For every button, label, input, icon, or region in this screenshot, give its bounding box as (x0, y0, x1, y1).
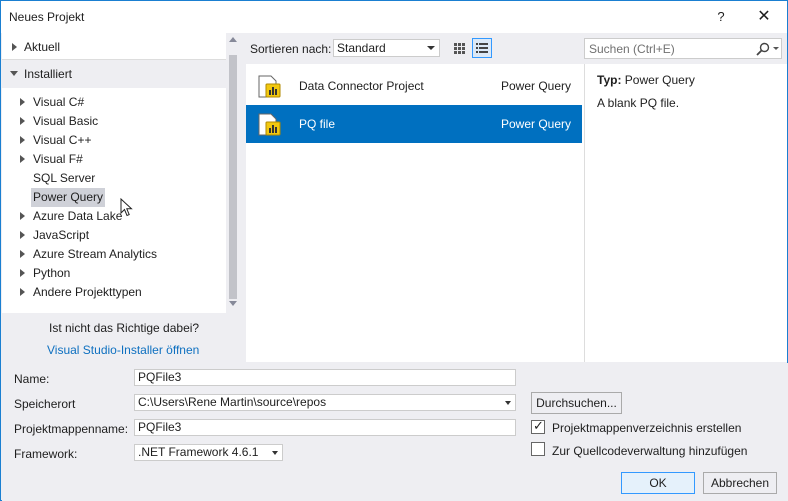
create-directory-checkbox[interactable]: ✓ (531, 418, 545, 434)
create-directory-label: Projektmappenverzeichnis erstellen (552, 421, 742, 435)
name-label: Name: (14, 372, 50, 386)
tree-node-label: Power Query (31, 188, 106, 207)
template-item[interactable]: Data Connector Project Power Query (246, 67, 582, 105)
template-item-selected[interactable]: PQ file Power Query (246, 105, 582, 143)
grid-view-icon (454, 43, 465, 54)
tree-node[interactable]: Azure Data Lake (2, 207, 226, 226)
tree-node-label: Visual F# (33, 152, 83, 166)
location-combobox[interactable]: C:\Users\Rene Martin\source\repos (134, 394, 516, 411)
cancel-button[interactable]: Abbrechen (703, 472, 777, 494)
template-name: PQ file (299, 117, 336, 131)
tree-node-label: Visual C# (33, 95, 85, 109)
chevron-down-icon[interactable] (272, 451, 278, 455)
tree-node-label: JavaScript (33, 228, 90, 242)
dialog-title: Neues Projekt (9, 10, 85, 24)
template-language: Power Query (501, 79, 572, 93)
tree-node[interactable]: Visual C# (2, 93, 226, 112)
expand-arrow-icon[interactable] (20, 155, 25, 163)
expand-arrow-icon[interactable] (20, 288, 25, 296)
open-installer-link[interactable]: Visual Studio-Installer öffnen (47, 343, 199, 357)
scrollbar-thumb[interactable] (229, 55, 237, 299)
tree-node[interactable]: Visual C++ (2, 131, 226, 150)
framework-dropdown[interactable]: .NET Framework 4.6.1 (134, 444, 283, 461)
tree-node[interactable]: Visual Basic (2, 112, 226, 131)
title-bar: Neues Projekt ? ✕ (1, 1, 787, 33)
expand-arrow-icon[interactable] (12, 43, 17, 51)
tree-node[interactable]: Andere Projekttypen (2, 283, 226, 302)
search-box[interactable]: Suchen (Ctrl+E) (584, 38, 782, 59)
tree-node-label: Visual C++ (33, 133, 92, 147)
template-description: A blank PQ file. (597, 96, 680, 110)
chevron-down-icon[interactable] (505, 401, 511, 405)
template-list: Data Connector Project Power Query PQ fi… (246, 64, 584, 362)
list-view-button[interactable] (472, 38, 492, 58)
new-project-dialog: Neues Projekt ? ✕ Aktuell Installiert Vi… (0, 0, 788, 501)
power-query-file-icon (258, 113, 281, 136)
tree-node[interactable]: SQL Server (2, 169, 226, 188)
expand-arrow-icon[interactable] (20, 231, 25, 239)
search-icon[interactable] (755, 42, 771, 56)
tree-node-label: Python (33, 266, 71, 280)
grid-view-button[interactable] (449, 38, 469, 58)
sort-label: Sortieren nach: (250, 42, 332, 56)
expand-arrow-icon[interactable] (20, 250, 25, 258)
location-label: Speicherort (14, 397, 76, 411)
expand-arrow-icon[interactable] (20, 269, 25, 277)
ok-button[interactable]: OK (621, 472, 695, 494)
scroll-up-arrow-icon[interactable] (229, 37, 237, 42)
close-button[interactable]: ✕ (749, 5, 779, 29)
search-options-arrow-icon[interactable] (773, 47, 779, 50)
template-details: Typ: Power Query A blank PQ file. (584, 64, 787, 362)
tree-node-label: Aktuell (24, 40, 61, 54)
expand-arrow-icon[interactable] (20, 117, 25, 125)
framework-label: Framework: (14, 447, 78, 461)
search-placeholder: Suchen (Ctrl+E) (589, 42, 675, 56)
expand-arrow-icon[interactable] (20, 136, 25, 144)
tree-node[interactable]: Azure Stream Analytics (2, 245, 226, 264)
mouse-cursor-icon (120, 198, 133, 217)
source-control-label: Zur Quellcodeverwaltung hinzufügen (552, 444, 748, 458)
tree-node-selected[interactable]: Power Query (2, 188, 226, 207)
browse-button[interactable]: Durchsuchen... (531, 392, 622, 414)
type-value: Power Query (624, 73, 695, 87)
tree-scrollbar[interactable] (226, 33, 240, 313)
collapse-arrow-icon[interactable] (10, 71, 18, 76)
sort-value: Standard (337, 41, 386, 55)
tree-node-label: Azure Data Lake (33, 209, 123, 223)
solution-name-input[interactable]: PQFile3 (134, 419, 516, 436)
tree-node-label: SQL Server (33, 171, 96, 185)
expand-arrow-icon[interactable] (20, 212, 25, 220)
template-language: Power Query (501, 117, 572, 131)
tree-node-installed[interactable]: Installiert (2, 60, 226, 88)
template-toolbar: Sortieren nach: Standard (247, 36, 583, 61)
framework-value: .NET Framework 4.6.1 (138, 445, 259, 459)
project-form: Name: PQFile3 Speicherort C:\Users\Rene … (2, 363, 788, 501)
power-query-file-icon (258, 75, 281, 98)
not-found-text: Ist nicht das Richtige dabei? (49, 321, 200, 335)
name-input[interactable]: PQFile3 (134, 369, 516, 386)
template-type: Typ: Power Query (597, 73, 695, 87)
chevron-down-icon (427, 46, 435, 50)
not-found-panel: Ist nicht das Richtige dabei? Visual Stu… (2, 313, 240, 363)
type-label: Typ: (597, 73, 622, 87)
tree-node[interactable]: Visual F# (2, 150, 226, 169)
tree-node[interactable]: Python (2, 264, 226, 283)
scroll-down-arrow-icon[interactable] (229, 301, 237, 306)
source-control-checkbox[interactable] (531, 442, 545, 456)
tree-node-label: Installiert (24, 67, 73, 81)
template-name: Data Connector Project (299, 79, 424, 93)
tree-node[interactable]: JavaScript (2, 226, 226, 245)
location-value: C:\Users\Rene Martin\source\repos (138, 395, 327, 409)
tree-node-label: Visual Basic (33, 114, 99, 128)
tree-node-label: Andere Projekttypen (33, 285, 142, 299)
sort-dropdown[interactable]: Standard (333, 39, 440, 57)
tree-node-recent[interactable]: Aktuell (2, 38, 226, 57)
list-view-icon (476, 43, 488, 53)
solution-name-label: Projektmappenname: (14, 422, 129, 436)
tree-node-label: Azure Stream Analytics (33, 247, 158, 261)
expand-arrow-icon[interactable] (20, 98, 25, 106)
checkmark-icon: ✓ (533, 418, 544, 433)
help-button[interactable]: ? (711, 7, 731, 27)
